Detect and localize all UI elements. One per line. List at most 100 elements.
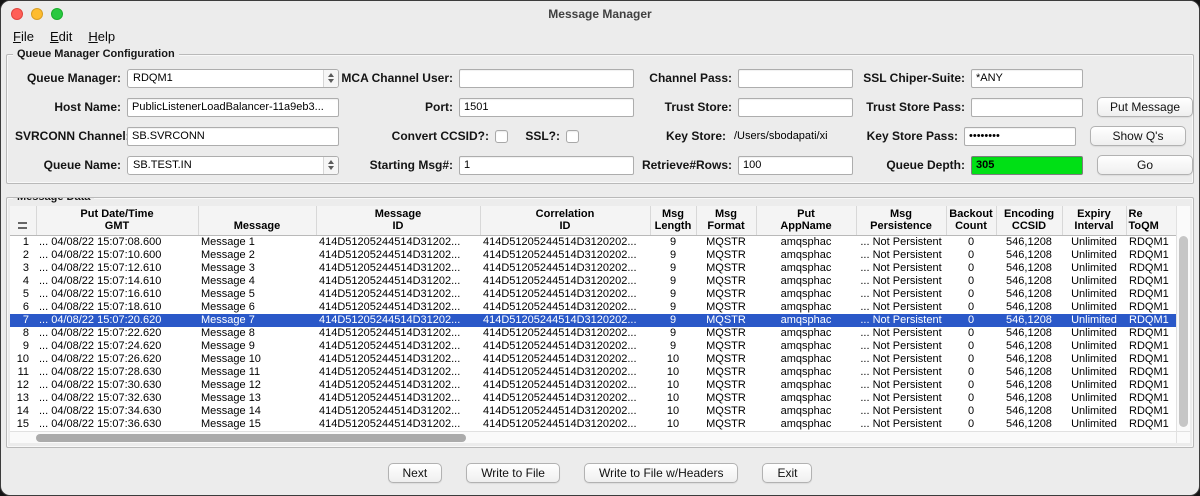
horizontal-scrollbar-thumb[interactable]: [36, 434, 466, 442]
show-qs-button[interactable]: Show Q's: [1090, 126, 1186, 146]
config-row-1: Queue Manager: RDQM1 MCA Channel User: C…: [15, 68, 1185, 88]
message-table-area: Put Date/Time GMT Message Message ID Correl…: [10, 206, 1190, 444]
host-name-label: Host Name:: [54, 100, 121, 114]
svrconn-channel-input[interactable]: [127, 126, 339, 146]
next-button[interactable]: Next: [387, 463, 443, 483]
table-row[interactable]: 15... 04/08/22 15:07:36.630 Message 15 414…: [10, 418, 1176, 431]
column-header-msgid[interactable]: Message ID: [316, 206, 481, 236]
combo-stepper-icon: [323, 69, 338, 87]
table-header-row: Put Date/Time GMT Message Message ID Correl…: [10, 206, 1176, 236]
column-header-datetime[interactable]: Put Date/Time GMT: [36, 206, 199, 236]
menu-file[interactable]: File: [13, 29, 34, 44]
config-row-3: SVRCONN Channel: Convert CCSID?: SSL?: K…: [15, 126, 1186, 146]
ssl-cipher-suite-input[interactable]: [971, 68, 1083, 88]
table-row[interactable]: 9... 04/08/22 15:07:24.620 Message 9 414D5…: [10, 340, 1176, 353]
table-row[interactable]: 2... 04/08/22 15:07:10.600 Message 2 414D5…: [10, 249, 1176, 262]
column-header-persistence[interactable]: Msg Persistence: [856, 206, 947, 236]
port-label: Port:: [425, 100, 453, 114]
column-header-message[interactable]: Message: [198, 206, 317, 236]
starting-msg-label: Starting Msg#:: [369, 158, 453, 172]
host-name-input[interactable]: [127, 97, 339, 117]
message-table-viewport: Put Date/Time GMT Message Message ID Correl…: [10, 206, 1176, 431]
queue-name-label: Queue Name:: [43, 158, 121, 172]
table-row[interactable]: 5... 04/08/22 15:07:16.610 Message 5 414D5…: [10, 288, 1176, 301]
footer-buttons: Next Write to File Write to File w/Headers…: [1, 451, 1199, 495]
port-input[interactable]: [459, 97, 634, 117]
message-table: Put Date/Time GMT Message Message ID Correl…: [10, 206, 1176, 431]
trust-store-label: Trust Store:: [664, 100, 732, 114]
retrieve-rows-input[interactable]: [738, 155, 853, 175]
minimize-button[interactable]: [31, 8, 43, 20]
menu-help[interactable]: Help: [88, 29, 115, 44]
horizontal-scrollbar[interactable]: [10, 431, 1176, 443]
table-row[interactable]: 10... 04/08/22 15:07:26.620 Message 10 414…: [10, 353, 1176, 366]
message-data-panel: Message Data Put Date/Time GMT Message Mes…: [6, 197, 1194, 448]
table-row[interactable]: 4... 04/08/22 15:07:14.610 Message 4 414D5…: [10, 275, 1176, 288]
config-row-2: Host Name: Port: Trust Store: Trust Stor…: [15, 97, 1193, 117]
key-store-pass-input[interactable]: [964, 126, 1076, 146]
queue-depth-field: [971, 155, 1083, 175]
channel-pass-input[interactable]: [738, 68, 853, 88]
table-row[interactable]: 12... 04/08/22 15:07:30.630 Message 12 414…: [10, 379, 1176, 392]
table-row[interactable]: 3... 04/08/22 15:07:12.610 Message 3 414D5…: [10, 262, 1176, 275]
column-header-format[interactable]: Msg Format: [696, 206, 757, 236]
column-header-expiry[interactable]: Expiry Interval: [1062, 206, 1127, 236]
table-row[interactable]: 11... 04/08/22 15:07:28.630 Message 11 414…: [10, 366, 1176, 379]
column-header-length[interactable]: Msg Length: [650, 206, 697, 236]
write-to-file-w-headers-button[interactable]: Write to File w/Headers: [583, 463, 739, 483]
ssl-cipher-suite-label: SSL Chiper-Suite:: [863, 71, 965, 85]
config-row-4: Queue Name: SB.TEST.IN Starting Msg#: Re…: [15, 155, 1193, 175]
column-header-num[interactable]: [10, 206, 37, 236]
retrieve-rows-label: Retrieve#Rows:: [641, 158, 732, 172]
column-header-app[interactable]: Put AppName: [756, 206, 857, 236]
table-row[interactable]: 6... 04/08/22 15:07:18.610 Message 6 414D5…: [10, 301, 1176, 314]
table-row[interactable]: 7... 04/08/22 15:07:20.620 Message 7 414D5…: [10, 314, 1176, 327]
zoom-button[interactable]: [51, 8, 63, 20]
convert-ccsid-checkbox[interactable]: [495, 129, 508, 143]
combo-stepper-icon: [323, 156, 338, 174]
write-to-file-button[interactable]: Write to File: [466, 463, 560, 483]
column-header-ccsid[interactable]: Encoding CCSID: [996, 206, 1063, 236]
table-row[interactable]: 8... 04/08/22 15:07:22.620 Message 8 414D5…: [10, 327, 1176, 340]
trust-store-input[interactable]: [738, 97, 853, 117]
traffic-lights: [11, 8, 63, 20]
queue-depth-label: Queue Depth:: [886, 158, 965, 172]
convert-ccsid-label: Convert CCSID?:: [391, 129, 489, 143]
key-store-pass-label: Key Store Pass:: [866, 129, 958, 143]
queue-manager-select[interactable]: RDQM1: [127, 68, 339, 88]
mca-channel-user-input[interactable]: [459, 68, 634, 88]
put-message-button[interactable]: Put Message: [1097, 97, 1193, 117]
queue-name-select[interactable]: SB.TEST.IN: [127, 155, 339, 175]
column-header-backout[interactable]: Backout Count: [946, 206, 997, 236]
titlebar: Message Manager: [1, 1, 1199, 26]
queue-manager-configuration-panel: Queue Manager Configuration Queue Manage…: [6, 47, 1194, 184]
exit-button[interactable]: Exit: [762, 463, 813, 483]
column-header-replyqm[interactable]: Re ToQM: [1126, 206, 1176, 236]
vertical-scrollbar[interactable]: [1176, 206, 1190, 431]
ssl-label: SSL?:: [525, 129, 560, 143]
menu-edit[interactable]: Edit: [50, 29, 72, 44]
go-button[interactable]: Go: [1097, 155, 1193, 175]
starting-msg-input[interactable]: [459, 155, 634, 175]
message-table-body: 1... 04/08/22 15:07:08.600 Message 1 414D5…: [10, 235, 1176, 431]
key-store-label: Key Store:: [665, 129, 726, 143]
close-button[interactable]: [11, 8, 23, 20]
config-section-title: Queue Manager Configuration: [13, 47, 179, 61]
table-row[interactable]: 1... 04/08/22 15:07:08.600 Message 1 414D5…: [10, 235, 1176, 249]
svrconn-channel-label: SVRCONN Channel:: [15, 129, 127, 143]
table-row[interactable]: 14... 04/08/22 15:07:34.630 Message 14 414…: [10, 405, 1176, 418]
menubar: File Edit Help: [1, 26, 1199, 47]
scrollbar-corner: [1176, 431, 1190, 443]
vertical-scrollbar-thumb[interactable]: [1179, 236, 1188, 427]
column-header-correlid[interactable]: Correlation ID: [480, 206, 651, 236]
trust-store-pass-input[interactable]: [971, 97, 1083, 117]
window-title: Message Manager: [548, 6, 652, 21]
key-store-value: /Users/sbodapati/xi: [734, 130, 828, 142]
trust-store-pass-label: Trust Store Pass:: [866, 100, 965, 114]
message-data-section-title: Message Data: [13, 198, 95, 204]
ssl-checkbox[interactable]: [566, 129, 579, 143]
grip-lines-icon: [18, 222, 28, 229]
channel-pass-label: Channel Pass:: [649, 71, 732, 85]
queue-manager-label: Queue Manager:: [26, 71, 121, 85]
table-row[interactable]: 13... 04/08/22 15:07:32.630 Message 13 414…: [10, 392, 1176, 405]
